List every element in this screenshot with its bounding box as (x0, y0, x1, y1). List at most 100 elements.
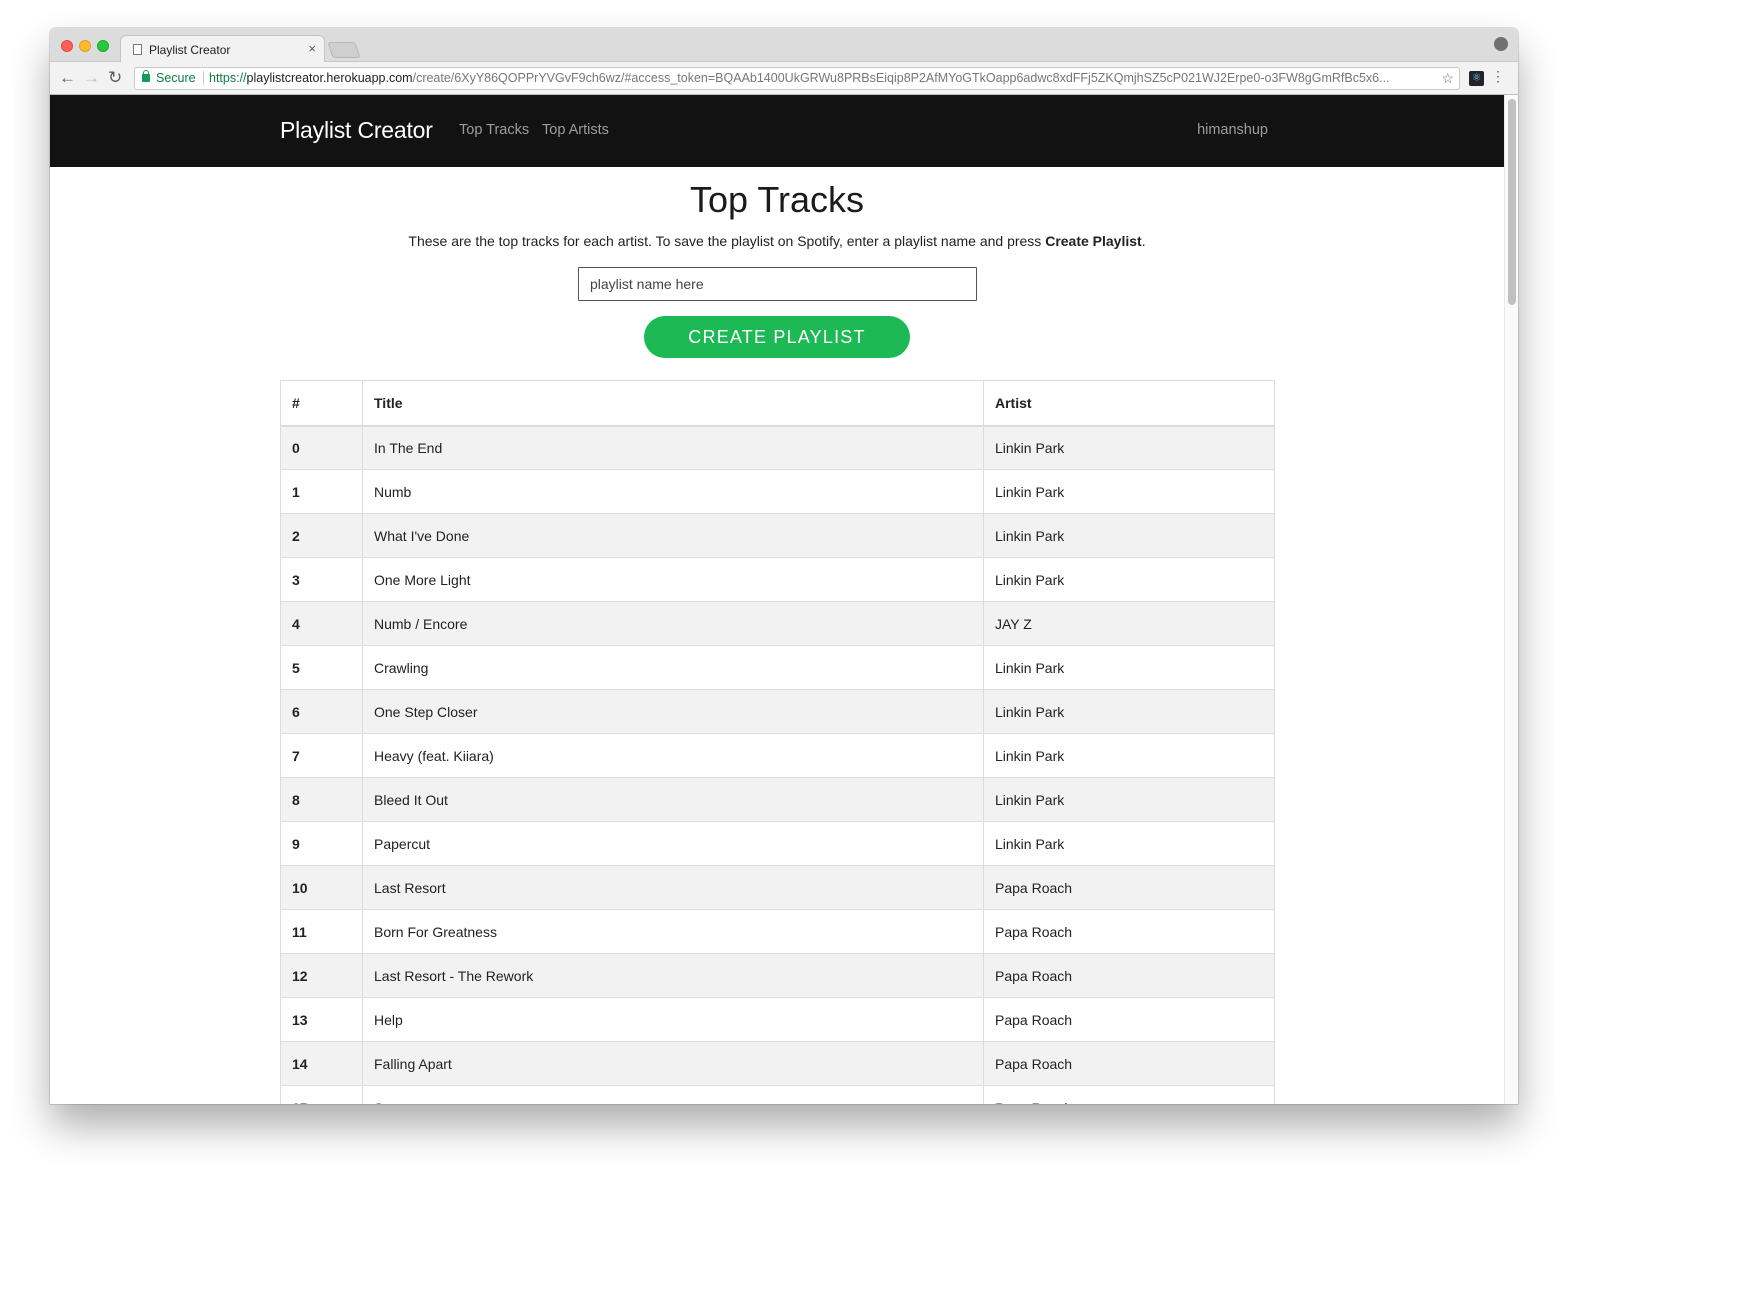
scrollbar[interactable] (1504, 95, 1518, 1104)
track-number: 11 (280, 909, 363, 954)
track-artist: Linkin Park (983, 469, 1275, 514)
tab-title: Playlist Creator (149, 43, 231, 57)
table-row: 0 In The End Linkin Park (280, 425, 1275, 470)
track-number: 8 (280, 777, 363, 822)
track-number: 15 (280, 1085, 363, 1104)
url-separator (203, 71, 204, 85)
track-title: Born For Greatness (362, 909, 984, 954)
url-host: playlistcreator.herokuapp.com (246, 71, 413, 85)
track-artist: Papa Roach (983, 865, 1275, 910)
nav-link-top-artists[interactable]: Top Artists (542, 122, 609, 138)
track-title: Numb / Encore (362, 601, 984, 646)
track-artist: Linkin Park (983, 689, 1275, 734)
track-artist: JAY Z (983, 601, 1275, 646)
back-icon[interactable]: ← (59, 68, 76, 88)
minimize-window-button[interactable] (79, 40, 91, 52)
table-row: 12 Last Resort - The Rework Papa Roach (280, 953, 1275, 998)
forward-icon[interactable]: → (83, 68, 100, 88)
track-artist: Linkin Park (983, 777, 1275, 822)
new-tab-button[interactable] (327, 42, 361, 58)
secure-label: Secure (156, 71, 196, 85)
playlist-name-input[interactable] (578, 267, 977, 301)
track-artist: Papa Roach (983, 953, 1275, 998)
table-row: 13 Help Papa Roach (280, 997, 1275, 1042)
track-artist: Papa Roach (983, 909, 1275, 954)
table-row: 7 Heavy (feat. Kiiara) Linkin Park (280, 733, 1275, 778)
track-title: One More Light (362, 557, 984, 602)
reload-icon[interactable]: ↻ (108, 68, 122, 88)
track-number: 12 (280, 953, 363, 998)
profile-icon[interactable] (1494, 37, 1508, 51)
track-artist: Linkin Park (983, 425, 1275, 470)
column-header-artist: Artist (983, 380, 1275, 427)
bookmark-star-icon[interactable]: ☆ (1441, 68, 1454, 89)
table-row: 11 Born For Greatness Papa Roach (280, 909, 1275, 954)
track-title: Last Resort (362, 865, 984, 910)
track-number: 10 (280, 865, 363, 910)
table-row: 15ScarsPapa Roach (280, 1085, 1275, 1104)
user-link[interactable]: himanshup (1197, 122, 1268, 138)
track-number: 1 (280, 469, 363, 514)
track-artist: Linkin Park (983, 645, 1275, 690)
table-row: 2 What I've Done Linkin Park (280, 513, 1275, 558)
intro-text-main: These are the top tracks for each artist… (408, 233, 1046, 249)
track-title: Falling Apart (362, 1041, 984, 1086)
table-header-row: # Title Artist (280, 380, 1275, 427)
tab-close-icon[interactable]: × (308, 41, 316, 56)
track-artist: Linkin Park (983, 557, 1275, 602)
track-number: 13 (280, 997, 363, 1042)
track-number: 4 (280, 601, 363, 646)
table-row: 5 Crawling Linkin Park (280, 645, 1275, 690)
maximize-window-button[interactable] (97, 40, 109, 52)
track-number: 5 (280, 645, 363, 690)
address-bar[interactable]: Secure https://playlistcreator.herokuapp… (134, 67, 1460, 90)
track-title: Numb (362, 469, 984, 514)
column-header-number: # (280, 380, 363, 427)
track-number: 3 (280, 557, 363, 602)
table-row: 6 One Step Closer Linkin Park (280, 689, 1275, 734)
table-body: 0 In The End Linkin Park 1 Numb Linkin Park 2 W… (280, 425, 1275, 1104)
browser-tab[interactable]: Playlist Creator × (120, 35, 325, 63)
track-number: 9 (280, 821, 363, 866)
track-title: Papercut (362, 821, 984, 866)
nav-link-top-tracks[interactable]: Top Tracks (459, 122, 529, 138)
tracks-table-container: # Title Artist 0 In The End Linkin Park 1 Nu… (280, 380, 1275, 1104)
intro-text-bold: Create Playlist (1045, 233, 1142, 249)
site-navbar: Playlist Creator Top Tracks Top Artists … (50, 95, 1504, 167)
track-title: What I've Done (362, 513, 984, 558)
scrollbar-thumb[interactable] (1508, 99, 1516, 305)
track-artist: Papa Roach (983, 997, 1275, 1042)
intro-text: These are the top tracks for each artist… (50, 233, 1504, 249)
url-scheme: https:// (209, 71, 247, 85)
table-row: 14 Falling Apart Papa Roach (280, 1041, 1275, 1086)
column-header-title: Title (362, 380, 984, 427)
track-title: Last Resort - The Rework (362, 953, 984, 998)
table-row: 8 Bleed It Out Linkin Park (280, 777, 1275, 822)
url-text[interactable]: https://playlistcreator.herokuapp.com/cr… (209, 68, 1435, 89)
table-row: 3 One More Light Linkin Park (280, 557, 1275, 602)
react-devtools-icon[interactable]: ⚛ (1469, 71, 1484, 86)
create-playlist-button[interactable]: CREATE PLAYLIST (644, 316, 910, 358)
tracks-table: # Title Artist 0 In The End Linkin Park 1 Nu… (280, 380, 1275, 1104)
track-artist: Linkin Park (983, 733, 1275, 778)
track-number: 6 (280, 689, 363, 734)
track-title: Heavy (feat. Kiiara) (362, 733, 984, 778)
track-title: Crawling (362, 645, 984, 690)
track-number: 14 (280, 1041, 363, 1086)
track-title: One Step Closer (362, 689, 984, 734)
table-row: 4 Numb / Encore JAY Z (280, 601, 1275, 646)
browser-menu-icon[interactable]: ⋮ (1491, 68, 1505, 85)
track-title: Bleed It Out (362, 777, 984, 822)
intro-text-end: . (1141, 233, 1146, 249)
track-artist: Papa Roach (983, 1041, 1275, 1086)
track-title: Help (362, 997, 984, 1042)
browser-toolbar: ← → ↻ Secure https://playlistcreator.her… (50, 62, 1518, 95)
page-title: Top Tracks (689, 179, 865, 220)
lock-icon (142, 70, 150, 82)
brand-link[interactable]: Playlist Creator (280, 117, 433, 144)
table-row: 10 Last Resort Papa Roach (280, 865, 1275, 910)
close-window-button[interactable] (61, 40, 73, 52)
track-artist: Linkin Park (983, 821, 1275, 866)
table-row: 9 Papercut Linkin Park (280, 821, 1275, 866)
track-number: 2 (280, 513, 363, 558)
